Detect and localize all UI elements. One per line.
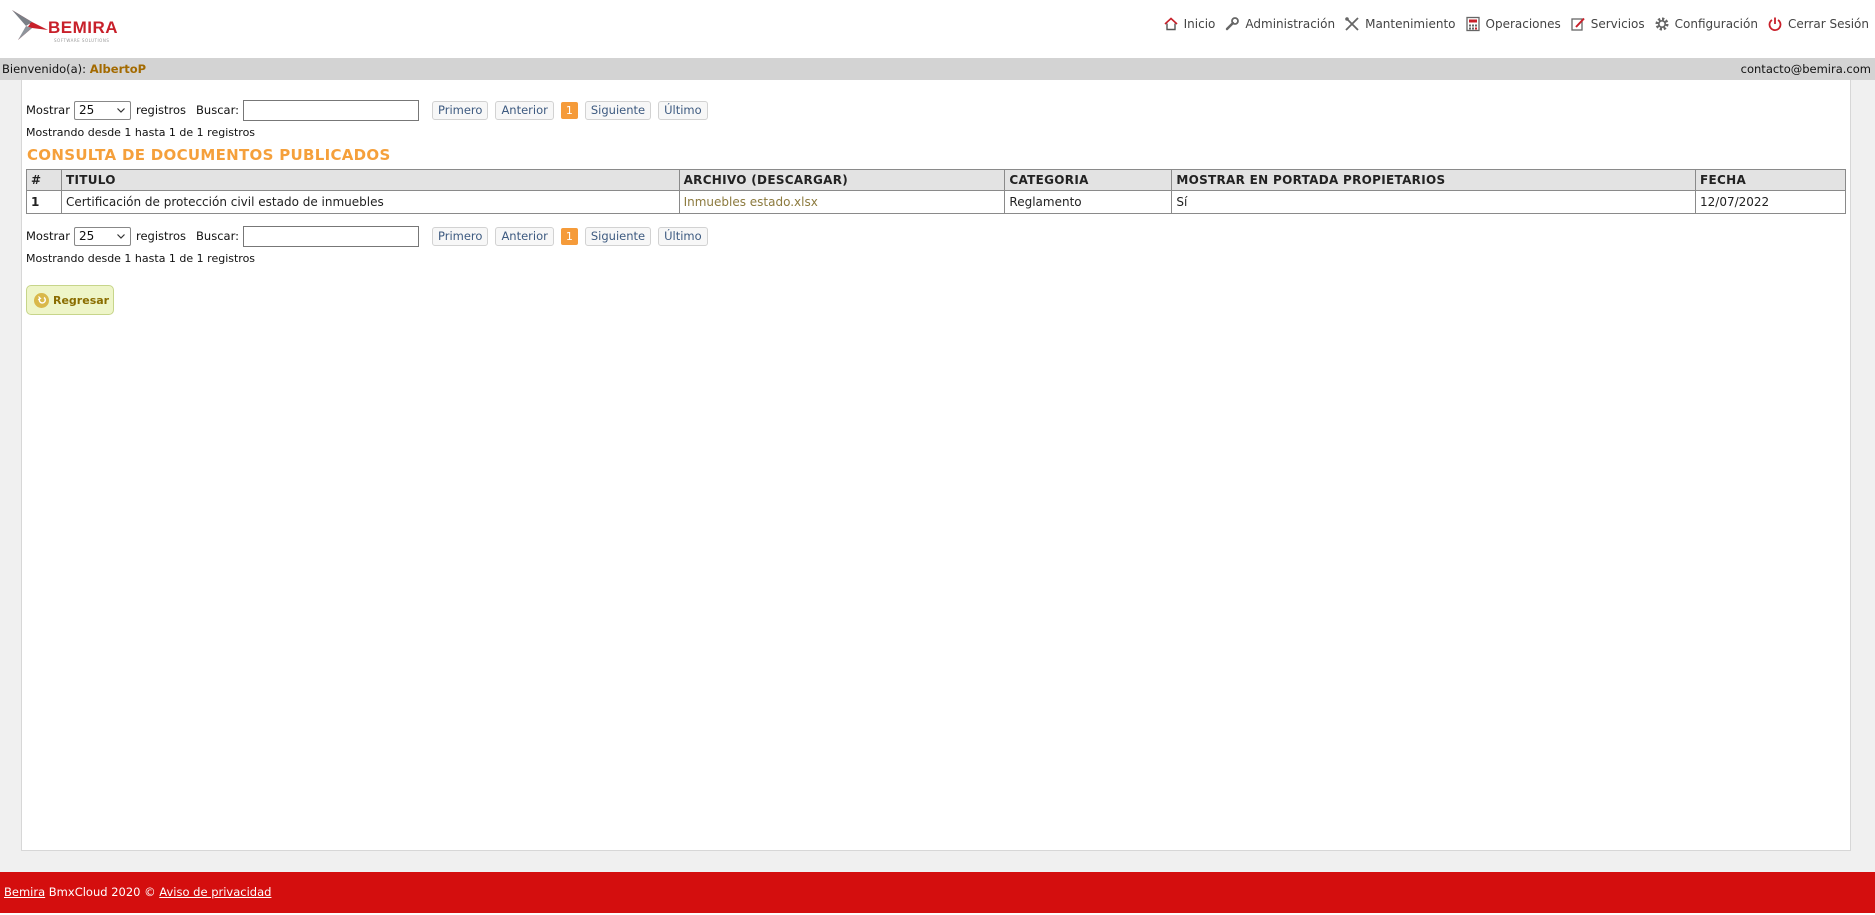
records-info: Mostrando desde 1 hasta 1 de 1 registros [26,126,256,139]
first-page-button[interactable]: Primero [431,100,489,120]
page-size-value: 25 [78,103,95,117]
nav-operaciones[interactable]: Operaciones [1465,16,1561,32]
bemira-star-icon [12,10,48,40]
show-label: Mostrar [26,103,70,117]
search-label: Buscar: [196,103,239,117]
last-page-button[interactable]: Último [658,100,708,120]
table-header-row: # TITULO ARCHIVO (DESCARGAR) CATEGORIA M… [26,169,1846,191]
page-size-select-bottom[interactable]: 25 [73,226,131,246]
header: BEMIRA SOFTWARE SOLUTIONS Inicio Adminis… [0,0,1875,57]
cell-categoria: Reglamento [1004,190,1173,214]
nav-mantenimiento[interactable]: Mantenimiento [1344,16,1456,32]
footer-text: Bemira BmxCloud 2020 © Aviso de privacid… [4,872,271,913]
nav-administracion-label: Administración [1245,17,1336,31]
nav-inicio[interactable]: Inicio [1163,16,1216,32]
search-input[interactable] [242,99,419,121]
page-size-value-bottom: 25 [78,229,95,243]
nav-configuracion[interactable]: Configuración [1654,16,1758,32]
next-page-button[interactable]: Siguiente [584,226,652,246]
welcome-user: AlbertoP [89,62,147,76]
top-controls: Mostrar 25 registros Buscar: Primero Ant… [26,99,715,121]
column-header-titulo[interactable]: TITULO [60,169,680,191]
bemira-logo[interactable]: BEMIRA SOFTWARE SOLUTIONS [8,6,138,48]
nav-configuracion-label: Configuración [1674,17,1758,31]
bottom-controls: Mostrar 25 registros Buscar: Primero Ant… [26,225,715,247]
column-header-categoria[interactable]: CATEGORIA [1004,169,1173,191]
welcome-bar: Bienvenido(a): AlbertoP contacto@bemira.… [0,58,1875,80]
show-label-bottom: Mostrar [26,229,70,243]
table-row: 1 Certificación de protección civil esta… [26,190,1846,214]
nav-servicios-label: Servicios [1590,17,1645,31]
documents-table: # TITULO ARCHIVO (DESCARGAR) CATEGORIA M… [26,169,1846,214]
nav-inicio-label: Inicio [1183,17,1216,31]
page-size-select[interactable]: 25 [73,100,131,120]
next-page-button[interactable]: Siguiente [584,100,652,120]
power-icon [1768,17,1782,31]
previous-page-button[interactable]: Anterior [495,226,554,246]
records-label: registros [135,103,187,117]
pagination-bottom: Primero Anterior 1 Siguiente Último [431,226,715,246]
footer-copyright: BmxCloud 2020 © [45,885,160,899]
back-arrow-icon [34,292,49,308]
tools-icon [1345,17,1359,31]
search-input-bottom[interactable] [242,225,419,247]
column-header-fecha[interactable]: FECHA [1695,169,1846,191]
nav-cerrar-sesion-label: Cerrar Sesión [1787,17,1869,31]
page-title: CONSULTA DE DOCUMENTOS PUBLICADOS [27,146,391,164]
current-page[interactable]: 1 [560,227,578,245]
home-icon [1164,17,1178,31]
welcome-prefix: Bienvenido(a): [2,62,90,76]
last-page-button[interactable]: Último [658,226,708,246]
chevron-down-icon [117,234,125,239]
pagination: Primero Anterior 1 Siguiente Último [431,100,715,120]
cell-portada: Sí [1171,190,1697,214]
welcome-text: Bienvenido(a): AlbertoP [2,58,146,80]
calculator-icon [1465,16,1480,32]
logo-wordmark: BEMIRA [48,18,119,37]
cell-fecha: 12/07/2022 [1695,190,1846,214]
column-header-number[interactable]: # [26,169,62,191]
footer-company-link[interactable]: Bemira [4,885,45,899]
back-button-label: Regresar [53,293,110,307]
cell-number: 1 [26,190,62,214]
back-button[interactable]: Regresar [26,285,114,315]
cell-archivo: Inmuebles estado.xlsx [678,190,1006,214]
chevron-down-icon [117,108,125,113]
contact-email: contacto@bemira.com [1740,62,1871,76]
nav-servicios[interactable]: Servicios [1570,16,1645,32]
search-label-bottom: Buscar: [196,229,239,243]
records-label-bottom: registros [135,229,187,243]
column-header-portada[interactable]: MOSTRAR EN PORTADA PROPIETARIOS [1171,169,1697,191]
current-page[interactable]: 1 [560,101,578,119]
wrench-icon [1226,17,1240,31]
nav-cerrar-sesion[interactable]: Cerrar Sesión [1767,16,1869,32]
logo-tagline: SOFTWARE SOLUTIONS [54,38,110,43]
cell-titulo: Certificación de protección civil estado… [60,190,680,214]
footer: Bemira BmxCloud 2020 © Aviso de privacid… [0,872,1875,913]
main-nav: Inicio Administración Mantenimiento Oper… [1154,16,1869,32]
nav-mantenimiento-label: Mantenimiento [1365,17,1456,31]
nav-administracion[interactable]: Administración [1224,16,1335,32]
records-info-bottom: Mostrando desde 1 hasta 1 de 1 registros [26,252,256,265]
gear-icon [1655,17,1669,31]
first-page-button[interactable]: Primero [431,226,489,246]
privacy-link[interactable]: Aviso de privacidad [159,885,271,899]
edit-icon [1571,17,1585,31]
column-header-archivo[interactable]: ARCHIVO (DESCARGAR) [678,169,1006,191]
previous-page-button[interactable]: Anterior [495,100,554,120]
file-download-link[interactable]: Inmuebles estado.xlsx [684,195,818,209]
nav-operaciones-label: Operaciones [1485,17,1561,31]
